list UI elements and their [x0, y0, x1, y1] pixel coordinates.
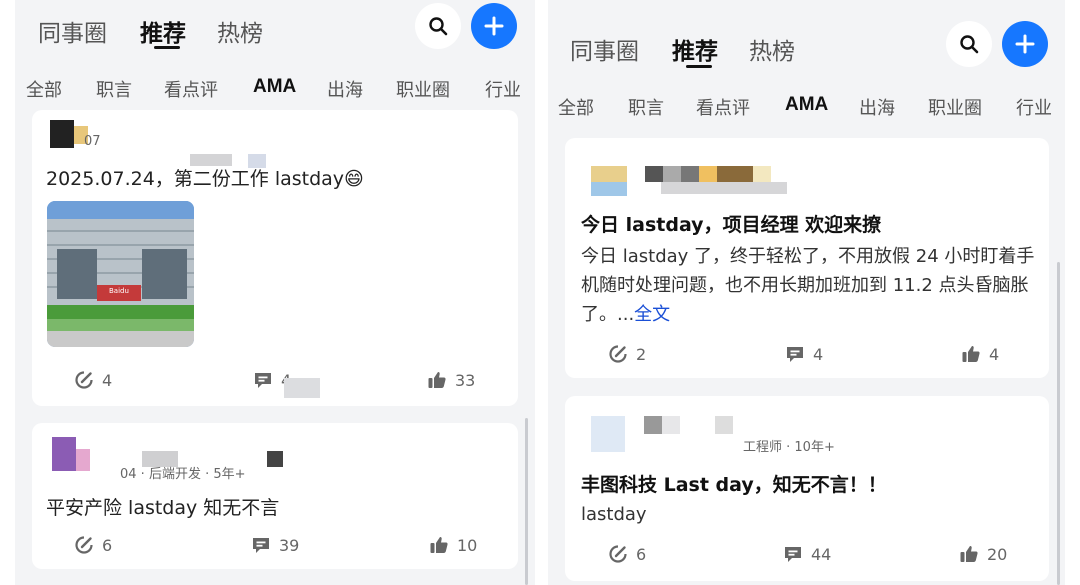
category-ama[interactable]: AMA — [785, 94, 828, 116]
category-opinions[interactable]: 职言 — [96, 76, 132, 102]
post-card[interactable]: 工程师 · 10年+ 丰图科技 Last day，知无不言！！ lastday … — [565, 396, 1049, 581]
scrollbar[interactable] — [525, 418, 528, 585]
category-career-circle[interactable]: 职业圈 — [928, 94, 982, 120]
left-screen: 同事圈 推荐 热榜 全部 职言 看点评 AMA 出海 职业圈 行业 07 202… — [15, 0, 535, 585]
thumbs-up-icon — [962, 346, 980, 362]
post-card[interactable]: 今日 lastday，项目经理 欢迎来撩 今日 lastday 了，终于轻松了，… — [565, 138, 1049, 378]
like-stat[interactable]: 20 — [959, 544, 1007, 564]
category-overseas[interactable]: 出海 — [327, 76, 363, 102]
author-meta: 04 · 后端开发 · 5年+ — [120, 467, 246, 482]
active-tab-indicator — [686, 65, 712, 68]
tab-recommended[interactable]: 推荐 — [140, 14, 186, 48]
search-button[interactable] — [415, 3, 461, 49]
like-stat[interactable]: 10 — [429, 535, 477, 555]
comment-icon — [255, 373, 271, 388]
edit-stat[interactable]: 4 — [74, 370, 112, 390]
active-tab-indicator — [154, 46, 180, 49]
thumbs-up-icon — [430, 537, 448, 553]
post-body: 今日 lastday 了，终于轻松了，不用放假 24 小时盯着手机随时处理问题，… — [581, 246, 1035, 325]
plus-icon — [484, 16, 504, 36]
thumbs-up-icon — [960, 546, 978, 562]
plus-icon — [1015, 34, 1035, 54]
comment-stat[interactable]: 39 — [251, 535, 299, 555]
category-ama[interactable]: AMA — [253, 76, 296, 98]
author-meta: 07 — [84, 134, 101, 149]
comment-icon — [785, 547, 801, 562]
tab-colleague-circle[interactable]: 同事圈 — [38, 14, 107, 48]
category-reviews[interactable]: 看点评 — [164, 76, 218, 102]
read-more-link[interactable]: 全文 — [634, 304, 670, 325]
post-body: lastday — [581, 504, 647, 525]
category-industry[interactable]: 行业 — [1016, 94, 1052, 120]
search-icon — [960, 35, 979, 54]
comment-icon — [253, 538, 269, 553]
blur-patch — [284, 378, 320, 398]
add-post-button[interactable] — [1002, 21, 1048, 67]
edit-stat[interactable]: 6 — [74, 535, 112, 555]
comment-stat[interactable]: 4 — [785, 344, 823, 364]
tab-hot-list[interactable]: 热榜 — [749, 32, 795, 66]
tab-recommended[interactable]: 推荐 — [672, 32, 718, 66]
search-icon — [429, 17, 448, 36]
photo-sign-text: Baidu — [109, 287, 129, 295]
right-screen: 同事圈 推荐 热榜 全部 职言 看点评 AMA 出海 职业圈 行业 今日 las… — [548, 0, 1065, 585]
edit-icon — [75, 536, 93, 554]
category-all[interactable]: 全部 — [26, 76, 62, 102]
edit-stat[interactable]: 6 — [608, 544, 646, 564]
edit-icon — [75, 371, 93, 389]
post-card[interactable]: 04 · 后端开发 · 5年+ 平安产险 lastday 知无不言 6 39 1… — [32, 423, 518, 569]
category-industry[interactable]: 行业 — [485, 76, 521, 102]
smile-emoji: 😄 — [344, 168, 364, 190]
thumbs-up-icon — [428, 372, 446, 388]
add-post-button[interactable] — [471, 3, 517, 49]
post-text: 平安产险 lastday 知无不言 — [46, 497, 280, 519]
post-title: 丰图科技 Last day，知无不言！！ — [581, 474, 887, 496]
post-title: 今日 lastday，项目经理 欢迎来撩 — [581, 214, 882, 236]
category-overseas[interactable]: 出海 — [859, 94, 895, 120]
edit-icon — [609, 345, 627, 363]
post-card[interactable]: 07 2025.07.24，第二份工作 lastday😄 Baidu 4 33 — [32, 110, 518, 406]
edit-stat[interactable]: 2 — [608, 344, 646, 364]
scrollbar[interactable] — [1057, 262, 1060, 585]
edit-icon — [609, 545, 627, 563]
category-reviews[interactable]: 看点评 — [696, 94, 750, 120]
like-stat[interactable]: 33 — [427, 370, 475, 390]
category-opinions[interactable]: 职言 — [628, 94, 664, 120]
author-meta: 工程师 · 10年+ — [743, 440, 835, 455]
comment-icon — [787, 347, 803, 362]
tab-colleague-circle[interactable]: 同事圈 — [570, 32, 639, 66]
category-career-circle[interactable]: 职业圈 — [396, 76, 450, 102]
tab-hot-list[interactable]: 热榜 — [217, 14, 263, 48]
post-text: 2025.07.24，第二份工作 lastday😄 — [46, 168, 364, 190]
search-button[interactable] — [946, 21, 992, 67]
like-stat[interactable]: 4 — [961, 344, 999, 364]
category-all[interactable]: 全部 — [558, 94, 594, 120]
comment-stat[interactable]: 44 — [783, 544, 831, 564]
post-photo[interactable]: Baidu — [47, 201, 194, 347]
